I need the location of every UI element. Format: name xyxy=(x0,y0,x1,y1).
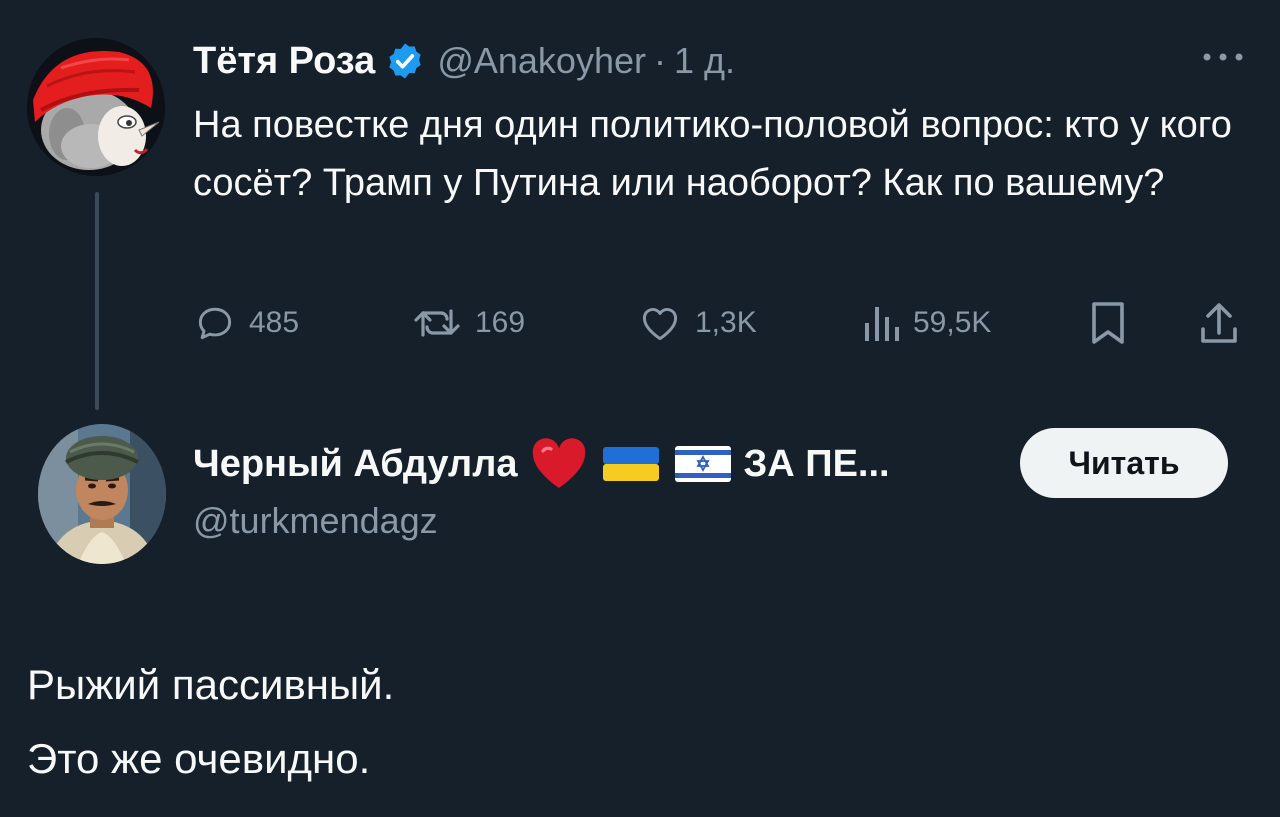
retweet-icon xyxy=(414,309,460,337)
reply-text-line: Рыжий пассивный. xyxy=(27,661,395,708)
reply-text: Рыжий пассивный. Это же очевидно. xyxy=(27,648,1227,796)
like-button[interactable]: 1,3K xyxy=(637,298,757,348)
israel-flag-emoji xyxy=(675,446,732,482)
bookmark-button[interactable] xyxy=(1086,298,1130,348)
ukraine-flag-emoji xyxy=(603,447,660,481)
like-count: 1,3K xyxy=(695,306,757,339)
avatar-image xyxy=(38,424,166,564)
red-heart-emoji xyxy=(533,438,586,488)
views-count: 59,5K xyxy=(913,306,992,339)
reply-text-line: Это же очевидно. xyxy=(27,735,371,782)
tweet-timestamp[interactable]: 1 д. xyxy=(674,40,735,82)
avatar-image xyxy=(27,38,165,176)
author-name[interactable]: Тётя Роза xyxy=(193,40,375,83)
heart-icon xyxy=(642,308,678,341)
separator-dot: · xyxy=(653,40,666,81)
reply-author-avatar[interactable] xyxy=(38,424,166,564)
views-button[interactable]: 59,5K xyxy=(861,298,991,348)
tweet-action-bar: 485 169 1,3K 59,5K xyxy=(193,298,1253,348)
follow-button[interactable]: Читать xyxy=(1020,428,1228,498)
analytics-icon xyxy=(865,307,899,341)
author-handle[interactable]: @Anakoyher xyxy=(437,40,646,82)
tweet-header: Тётя Роза @Anakoyher · 1 д. xyxy=(193,34,735,88)
share-icon xyxy=(1201,303,1237,343)
tweet-thread-view: Тётя Роза @Anakoyher · 1 д. На повестке … xyxy=(0,0,1280,817)
reply-author-name[interactable]: Черный Абдулла xyxy=(193,443,517,486)
reply-author-row: Черный Абдулла ЗА ПЕ... xyxy=(193,436,890,492)
tweet-text: На повестке дня один политико-половой во… xyxy=(193,104,1232,204)
reply-count: 485 xyxy=(249,306,300,339)
retweet-button[interactable]: 169 xyxy=(411,298,525,348)
comment-icon xyxy=(198,307,232,340)
retweet-count: 169 xyxy=(475,306,526,339)
verified-badge-icon xyxy=(389,43,421,79)
reply-author-handle[interactable]: @turkmendagz xyxy=(193,500,438,542)
share-button[interactable] xyxy=(1197,298,1241,348)
reply-button[interactable]: 485 xyxy=(193,298,299,348)
ellipsis-icon[interactable] xyxy=(1198,42,1248,72)
thread-connector-line xyxy=(95,192,99,410)
bookmark-icon xyxy=(1092,302,1124,344)
reply-author-name-suffix[interactable]: ЗА ПЕ... xyxy=(743,443,889,486)
author-avatar[interactable] xyxy=(27,38,165,176)
